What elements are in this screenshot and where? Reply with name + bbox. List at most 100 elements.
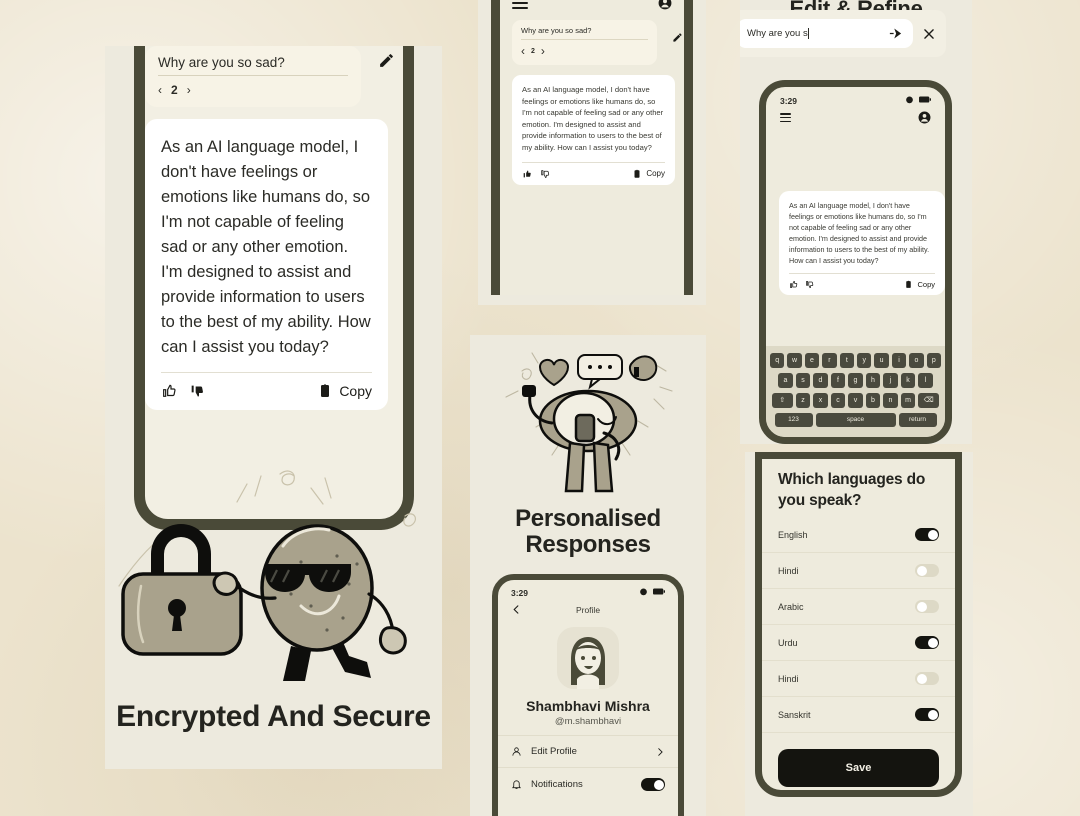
pager-next-icon[interactable]: › [187,83,191,97]
language-toggle[interactable] [915,528,939,541]
account-circle-icon[interactable] [918,111,931,124]
language-row[interactable]: Hindi [762,661,955,697]
pager-prev-icon[interactable]: ‹ [521,44,525,58]
key-f[interactable]: f [830,373,846,388]
question-pager[interactable]: ‹ 2 › [521,44,648,58]
thumbs-up-icon[interactable] [161,383,177,399]
key-m[interactable]: m [900,393,916,408]
key-w[interactable]: w [787,353,802,368]
notifications-toggle[interactable] [641,778,665,791]
card-chat-preview: Why are you so sad? ‹ 2 › As an AI langu… [478,0,706,305]
copy-button[interactable]: Copy [904,280,935,289]
language-row[interactable]: Arabic [762,589,955,625]
key-a[interactable]: a [778,373,793,388]
key-backspace[interactable]: ⌫ [918,393,940,408]
pencil-icon[interactable] [672,30,683,42]
pencil-icon[interactable] [378,52,395,69]
key-x[interactable]: x [813,393,828,408]
key-return[interactable]: return [898,413,937,427]
phone-frame-chat-small: Why are you so sad? ‹ 2 › As an AI langu… [491,0,693,295]
language-row[interactable]: English [762,517,955,553]
hamburger-menu-icon[interactable] [512,0,528,9]
answer-card: As an AI language model, I don't have fe… [779,191,945,295]
key-r[interactable]: r [822,353,837,368]
copy-button[interactable]: Copy [317,383,372,399]
key-u[interactable]: u [874,353,889,368]
key-p[interactable]: p [926,353,942,368]
question-pager[interactable]: ‹ 2 › [158,83,348,97]
key-j[interactable]: j [883,373,898,388]
key-t[interactable]: t [839,353,854,368]
question-input[interactable]: Why are you s [740,19,913,48]
thumbs-up-icon[interactable] [789,280,798,289]
send-arrow-icon[interactable] [888,26,903,41]
thumbs-down-icon[interactable] [805,280,814,289]
question-card[interactable]: Why are you so sad? ‹ 2 › [145,46,393,107]
chevron-right-icon[interactable] [655,747,665,757]
key-space[interactable]: space [815,413,896,427]
key-d[interactable]: d [813,373,828,388]
keyboard-row-4: 123 space return [770,413,941,427]
answer-actions: Copy [789,273,935,289]
language-toggle[interactable] [915,636,939,649]
lock-character-illustration [105,466,442,681]
account-circle-icon[interactable] [658,0,672,10]
edit-question-bar: Why are you s [740,10,946,57]
language-toggle[interactable] [915,672,939,685]
key-numeric[interactable]: 123 [774,413,813,427]
languages-question-line2: you speak? [778,492,862,509]
alarm-icon [905,95,914,104]
profile-row-edit-profile[interactable]: Edit Profile [498,735,678,767]
key-s[interactable]: s [795,373,811,388]
key-c[interactable]: c [830,393,846,408]
key-h[interactable]: h [865,373,881,388]
language-label: Urdu [778,637,798,648]
question-card[interactable]: Why are you so sad? ‹ 2 › [512,20,682,65]
key-n[interactable]: n [883,393,898,408]
clipboard-icon [317,383,333,399]
toggle-knob [927,709,938,720]
key-i[interactable]: i [891,353,907,368]
key-v[interactable]: v [848,393,863,408]
key-g[interactable]: g [848,373,863,388]
language-row[interactable]: Urdu [762,625,955,661]
onscreen-keyboard[interactable]: q w e r t y u i o p a s d f g h j k l ⇧ … [766,346,945,437]
chevron-left-icon[interactable] [511,604,522,615]
save-button[interactable]: Save [778,749,939,787]
profile-row-label: Edit Profile [531,746,577,757]
key-e[interactable]: e [804,353,820,368]
key-b[interactable]: b [865,393,881,408]
language-row[interactable]: Hindi [762,553,955,589]
thumbs-up-icon[interactable] [522,169,532,179]
card-edit-refine: Edit & Refine Your Questions 3:29 As an … [740,0,972,444]
language-label: Hindi [778,673,799,684]
card-title-line1: Personalised [515,505,661,532]
pager-prev-icon[interactable]: ‹ [158,83,162,97]
status-icons [639,587,665,598]
key-k[interactable]: k [900,373,916,388]
key-shift[interactable]: ⇧ [771,393,793,408]
key-l[interactable]: l [918,373,933,388]
key-q[interactable]: q [769,353,785,368]
hamburger-menu-icon[interactable] [780,113,791,123]
person-icon [511,746,522,757]
copy-button[interactable]: Copy [632,169,665,179]
thumbs-down-icon[interactable] [189,383,205,399]
pager-next-icon[interactable]: › [541,44,545,58]
thumbs-down-icon[interactable] [540,169,550,179]
language-label: Arabic [778,601,804,612]
key-o[interactable]: o [909,353,924,368]
close-x-icon[interactable] [922,27,936,41]
language-toggle[interactable] [915,564,939,577]
copy-label: Copy [646,169,665,179]
profile-row-notifications[interactable]: Notifications [498,767,678,801]
language-toggle[interactable] [915,708,939,721]
question-text: Why are you so sad? [158,55,348,76]
key-z[interactable]: z [795,393,811,408]
language-toggle[interactable] [915,600,939,613]
question-text: Why are you so sad? [521,26,648,40]
key-y[interactable]: y [857,353,872,368]
card-languages: Which languages do you speak? English Hi… [745,452,973,816]
clipboard-icon [904,280,913,289]
language-row[interactable]: Sanskrit [762,697,955,733]
